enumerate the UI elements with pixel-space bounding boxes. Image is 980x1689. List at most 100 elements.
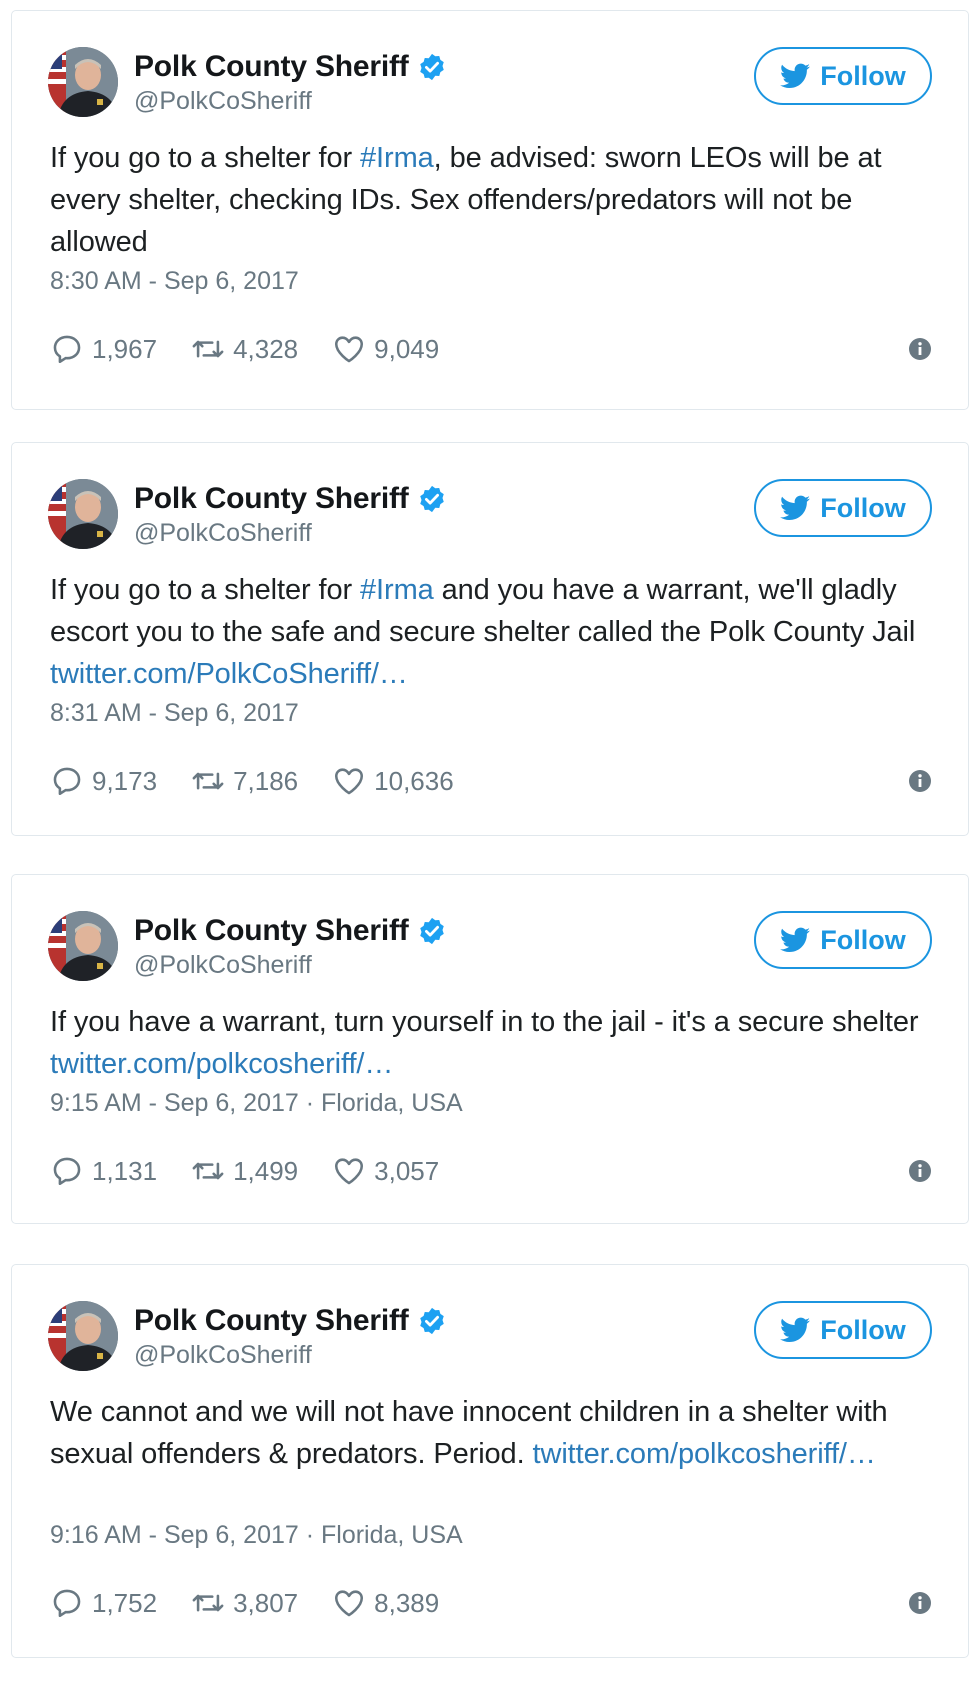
like-count: 3,057 [374,1155,440,1186]
follow-button[interactable]: Follow [754,1301,932,1359]
follow-button[interactable]: Follow [754,47,932,105]
tweet-card: Polk County Sheriff @PolkCoSheriff Follo… [11,442,969,836]
tweet-card: Polk County Sheriff @PolkCoSheriff Follo… [11,1264,969,1658]
retweet-count: 1,499 [233,1155,299,1186]
verified-badge-icon [417,916,447,946]
like-count: 8,389 [374,1587,440,1618]
info-icon[interactable] [908,1591,932,1615]
display-name[interactable]: Polk County Sheriff [134,50,409,84]
tweet-timestamp[interactable]: 9:15 AM - Sep 6, 2017 · Florida, USA [50,1089,463,1118]
tweet-timestamp[interactable]: 8:30 AM - Sep 6, 2017 [50,267,299,296]
like-action[interactable]: 10,636 [332,764,454,798]
reply-action[interactable]: 1,752 [50,1586,157,1620]
tweet-url-link[interactable]: twitter.com/polkcosheriff/… [533,1438,876,1470]
timestamp-text[interactable]: 8:31 AM - Sep 6, 2017 [50,699,299,727]
reply-icon [53,767,81,796]
tweet-url-link[interactable]: twitter.com/polkcosheriff/… [50,1048,393,1080]
avatar[interactable] [48,911,118,981]
like-action[interactable]: 8,389 [332,1586,439,1620]
retweet-count: 7,186 [233,765,299,796]
retweet-action[interactable]: 1,499 [191,1154,298,1188]
tweet-timestamp[interactable]: 9:16 AM - Sep 6, 2017 · Florida, USA [50,1521,463,1550]
display-name[interactable]: Polk County Sheriff [134,914,409,948]
follow-label: Follow [820,1314,906,1345]
retweet-action[interactable]: 3,807 [191,1586,298,1620]
tweet-text-part: If you go to a shelter for [50,574,361,606]
tweet-text: If you have a warrant, turn yourself in … [50,1001,928,1085]
retweet-count: 4,328 [233,333,299,364]
retweet-icon [192,1594,224,1612]
like-action[interactable]: 9,049 [332,332,439,366]
hashtag-link[interactable]: #Irma [360,142,434,174]
follow-label: Follow [820,60,906,91]
reply-action[interactable]: 1,131 [50,1154,157,1188]
twitter-bird-icon [780,1317,811,1342]
display-name[interactable]: Polk County Sheriff [134,482,409,516]
info-icon[interactable] [908,1159,932,1183]
handle[interactable]: @PolkCoSheriff [134,87,447,116]
reply-action[interactable]: 1,967 [50,332,157,366]
tweet-header: Polk County Sheriff @PolkCoSheriff Follo… [48,911,932,983]
author-names: Polk County Sheriff @PolkCoSheriff [134,49,447,116]
tweet-card: Polk County Sheriff @PolkCoSheriff Follo… [11,874,969,1224]
hashtag-link[interactable]: #Irma [360,574,434,606]
retweet-icon [192,340,224,358]
like-count: 9,049 [374,333,440,364]
tweet-text: We cannot and we will not have innocent … [50,1391,928,1475]
like-action[interactable]: 3,057 [332,1154,439,1188]
retweet-action[interactable]: 4,328 [191,332,298,366]
verified-badge-icon [417,484,447,514]
tweet-feed: Polk County Sheriff @PolkCoSheriff Follo… [0,0,980,1689]
tweet-url-link[interactable]: twitter.com/PolkCoSheriff/… [50,658,408,690]
location-text[interactable]: · Florida, USA [299,1521,463,1549]
like-count: 10,636 [374,765,454,796]
tweet-actions: 1,752 3,807 8,389 [50,1583,932,1623]
timestamp-text[interactable]: 9:16 AM - Sep 6, 2017 [50,1521,299,1549]
handle[interactable]: @PolkCoSheriff [134,1341,447,1370]
twitter-bird-icon [780,927,811,952]
timestamp-text[interactable]: 9:15 AM - Sep 6, 2017 [50,1089,299,1117]
author-names: Polk County Sheriff @PolkCoSheriff [134,913,447,980]
reply-count: 1,752 [92,1587,158,1618]
author-names: Polk County Sheriff @PolkCoSheriff [134,1303,447,1370]
tweet-card: Polk County Sheriff @PolkCoSheriff Follo… [11,10,969,410]
follow-label: Follow [820,492,906,523]
tweet-header: Polk County Sheriff @PolkCoSheriff Follo… [48,479,932,551]
handle[interactable]: @PolkCoSheriff [134,951,447,980]
display-name[interactable]: Polk County Sheriff [134,1304,409,1338]
heart-icon [335,768,364,795]
tweet-text-part: If you have a warrant, turn yourself in … [50,1006,919,1038]
retweet-action[interactable]: 7,186 [191,764,298,798]
tweet-text: If you go to a shelter for #Irma and you… [50,569,928,695]
handle[interactable]: @PolkCoSheriff [134,519,447,548]
reply-count: 1,967 [92,333,158,364]
verified-badge-icon [417,52,447,82]
follow-label: Follow [820,924,906,955]
tweet-actions: 9,173 7,186 10,636 [50,761,932,801]
avatar[interactable] [48,479,118,549]
reply-icon [53,335,81,364]
location-text[interactable]: · Florida, USA [299,1089,463,1117]
tweet-timestamp[interactable]: 8:31 AM - Sep 6, 2017 [50,699,299,728]
tweet-text-part: If you go to a shelter for [50,142,361,174]
tweet-text: If you go to a shelter for #Irma, be adv… [50,137,928,263]
heart-icon [335,336,364,363]
heart-icon [335,1158,364,1185]
tweet-header: Polk County Sheriff @PolkCoSheriff Follo… [48,47,932,119]
follow-button[interactable]: Follow [754,911,932,969]
retweet-icon [192,772,224,790]
tweet-actions: 1,967 4,328 9,049 [50,329,932,369]
avatar[interactable] [48,1301,118,1371]
retweet-icon [192,1162,224,1180]
reply-action[interactable]: 9,173 [50,764,157,798]
info-icon[interactable] [908,769,932,793]
twitter-bird-icon [780,63,811,88]
timestamp-text[interactable]: 8:30 AM - Sep 6, 2017 [50,267,299,295]
tweet-header: Polk County Sheriff @PolkCoSheriff Follo… [48,1301,932,1373]
author-names: Polk County Sheriff @PolkCoSheriff [134,481,447,548]
twitter-bird-icon [780,495,811,520]
follow-button[interactable]: Follow [754,479,932,537]
avatar[interactable] [48,47,118,117]
info-icon[interactable] [908,337,932,361]
reply-count: 1,131 [92,1155,158,1186]
